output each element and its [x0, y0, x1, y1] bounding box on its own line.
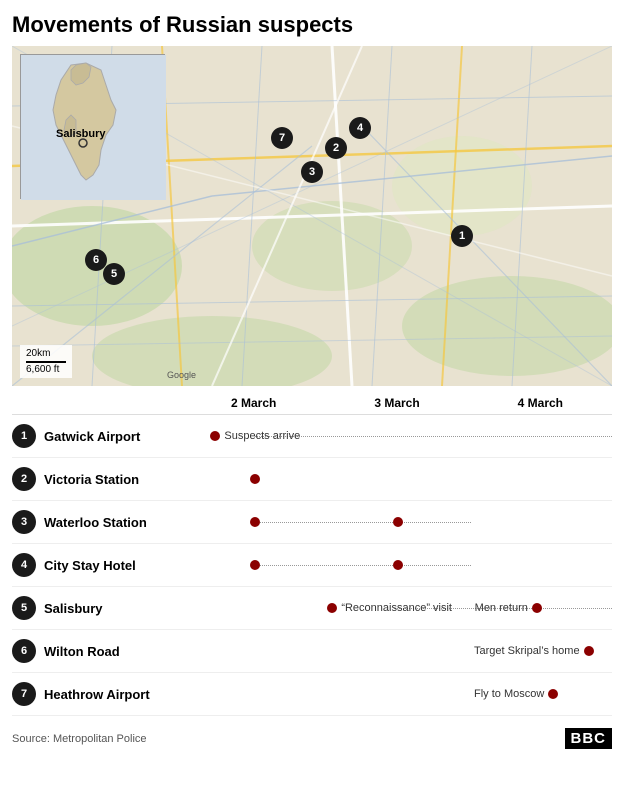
event-col-7-1 — [184, 679, 326, 709]
map-marker-4: 4 — [349, 117, 371, 139]
inset-map: Salisbury — [20, 54, 165, 199]
event-dot-4-1 — [250, 560, 260, 570]
row-waterloo: 3 Waterloo Station — [12, 501, 612, 544]
event-col-7-2 — [326, 679, 468, 709]
event-col-2-2 — [327, 464, 470, 494]
row-location-7: Heathrow Airport — [44, 687, 184, 702]
map-marker-2: 2 — [325, 137, 347, 159]
row-heathrow: 7 Heathrow Airport Fly to Moscow — [12, 673, 612, 716]
row-events-7: Fly to Moscow — [184, 679, 612, 709]
footer: Source: Metropolitan Police BBC — [12, 724, 612, 749]
event-dot-7-3 — [548, 689, 558, 699]
th-col3: 4 March — [469, 396, 612, 410]
row-location-2: Victoria Station — [44, 472, 184, 487]
page-container: Movements of Russian suspects — [0, 0, 624, 759]
event-dot-4-2 — [393, 560, 403, 570]
map-marker-1: 1 — [451, 225, 473, 247]
th-col1: 2 March — [182, 396, 325, 410]
event-col-7-3: Fly to Moscow — [468, 679, 612, 709]
event-col-3-1 — [184, 507, 327, 537]
source-text: Source: Metropolitan Police — [12, 733, 147, 745]
row-victoria: 2 Victoria Station — [12, 458, 612, 501]
event-label-6-3: Target Skripal’s home — [474, 645, 580, 657]
row-events-6: Target Skripal’s home — [184, 636, 612, 666]
event-col-2-3 — [469, 464, 612, 494]
map-marker-6: 6 — [85, 249, 107, 271]
svg-text:Salisbury: Salisbury — [56, 128, 106, 140]
row-location-5: Salisbury — [44, 601, 184, 616]
map-marker-7: 7 — [271, 127, 293, 149]
row-num-6: 6 — [12, 639, 36, 663]
event-label-1-1: Suspects arrive — [224, 430, 300, 442]
row-num-3: 3 — [12, 510, 36, 534]
event-col-3-2 — [327, 507, 470, 537]
map-marker-3: 3 — [301, 161, 323, 183]
event-col-4-2 — [327, 550, 470, 580]
page-title: Movements of Russian suspects — [12, 12, 612, 38]
event-col-4-1 — [184, 550, 327, 580]
row-num-2: 2 — [12, 467, 36, 491]
event-label-5-3: Men return — [475, 602, 528, 614]
row-num-4: 4 — [12, 553, 36, 577]
event-col-3-3 — [469, 507, 612, 537]
event-col-1-3 — [469, 421, 612, 451]
scale-line — [26, 361, 66, 363]
scale-ft: 6,600 ft — [26, 364, 59, 375]
row-location-3: Waterloo Station — [44, 515, 184, 530]
row-events-1: Suspects arrive — [184, 421, 612, 451]
bbc-logo: BBC — [565, 728, 613, 749]
row-events-3 — [184, 507, 612, 537]
event-label-7-3: Fly to Moscow — [474, 688, 544, 700]
event-col-5-1 — [184, 593, 325, 623]
map-section: Salisbury 20km 6,600 ft Google 1 2 3 4 5… — [12, 46, 612, 386]
event-dot-1-1 — [210, 431, 220, 441]
row-num-5: 5 — [12, 596, 36, 620]
event-col-5-3: Men return — [469, 593, 612, 623]
event-col-2-1 — [184, 464, 327, 494]
timeline: 2 March 3 March 4 March 1 Gatwick Airpor… — [12, 396, 612, 716]
row-salisbury: 5 Salisbury “Reconnaissance” visit Men r… — [12, 587, 612, 630]
event-dot-3-2 — [393, 517, 403, 527]
row-cityhotel: 4 City Stay Hotel — [12, 544, 612, 587]
event-dot-5-3 — [532, 603, 542, 613]
th-col2: 3 March — [325, 396, 468, 410]
google-label: Google — [167, 370, 196, 380]
scale-km: 20km — [26, 348, 50, 359]
event-dot-3-1 — [250, 517, 260, 527]
timeline-header: 2 March 3 March 4 March — [12, 396, 612, 415]
event-dot-6-3 — [584, 646, 594, 656]
event-dot-2-1 — [250, 474, 260, 484]
row-location-6: Wilton Road — [44, 644, 184, 659]
event-col-6-2 — [326, 636, 468, 666]
event-col-5-2: “Reconnaissance” visit — [325, 593, 468, 623]
event-col-1-2 — [327, 421, 470, 451]
map-marker-5: 5 — [103, 263, 125, 285]
row-location-4: City Stay Hotel — [44, 558, 184, 573]
event-col-6-3: Target Skripal’s home — [468, 636, 612, 666]
row-events-5: “Reconnaissance” visit Men return — [184, 593, 612, 623]
event-label-5-2: “Reconnaissance” visit — [341, 602, 452, 614]
row-events-2 — [184, 464, 612, 494]
event-col-4-3 — [469, 550, 612, 580]
row-num-1: 1 — [12, 424, 36, 448]
scale-box: 20km 6,600 ft — [20, 345, 72, 378]
th-empty — [12, 396, 182, 410]
event-dot-5-2 — [327, 603, 337, 613]
event-col-1-1: Suspects arrive — [184, 421, 327, 451]
event-col-6-1 — [184, 636, 326, 666]
row-num-7: 7 — [12, 682, 36, 706]
row-gatwick: 1 Gatwick Airport Suspects arrive — [12, 415, 612, 458]
row-wilton: 6 Wilton Road Target Skripal’s home — [12, 630, 612, 673]
row-location-1: Gatwick Airport — [44, 429, 184, 444]
row-events-4 — [184, 550, 612, 580]
